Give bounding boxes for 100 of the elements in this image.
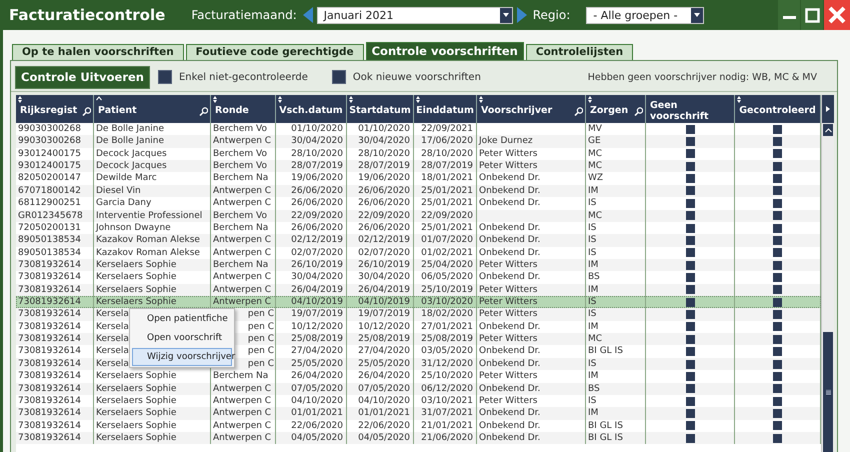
- checkbox[interactable]: [773, 434, 782, 443]
- table-row[interactable]: 89050138534 Kazakov Roman Alekse Antwerpen C 02/12/2019 02/12/2019 01/07/2020 Onbekend Dr. IS: [16, 234, 821, 247]
- checkbox[interactable]: [773, 137, 782, 146]
- table-row[interactable]: 73081932614 Kerselaers Sophie Berchem Na 26/10/2019 26/10/2019 25/04/2020 Peter Witters IM: [16, 258, 821, 272]
- checkbox[interactable]: [686, 384, 694, 394]
- checkbox[interactable]: [686, 372, 694, 381]
- checkbox[interactable]: [773, 248, 782, 258]
- scrollbar-thumb[interactable]: [823, 332, 833, 452]
- table-row[interactable]: 73081932614 Kerselaers Sophie Antwerpen C 26/04/2019 26/04/2019 25/10/2019 Peter Witters IM: [16, 284, 821, 296]
- run-control-button[interactable]: Controle Uitvoeren: [15, 66, 150, 88]
- table-cell: Kerselaers Sophie: [94, 432, 211, 444]
- table-row[interactable]: 73081932614 Kerselaers Sophie Antwerpen C 30/04/2020 30/04/2020 06/05/2020 Onbekend Dr. BS: [16, 271, 821, 284]
- minimize-button[interactable]: [778, 0, 800, 30]
- checkbox[interactable]: [686, 272, 694, 282]
- checkbox[interactable]: [686, 434, 694, 443]
- checkbox[interactable]: [686, 248, 694, 258]
- checkbox[interactable]: [686, 124, 694, 134]
- checkbox[interactable]: [686, 310, 694, 320]
- checkbox[interactable]: [686, 211, 694, 220]
- tab[interactable]: Foutieve code gerechtigde: [186, 44, 364, 60]
- maximize-button[interactable]: [801, 0, 823, 30]
- checkbox[interactable]: [686, 149, 694, 158]
- maximize-icon: [804, 8, 820, 22]
- table-row[interactable]: 99030300268 De Bolle Janine Berchem Vo 01/10/2020 01/10/2020 22/09/2021 MV: [16, 123, 821, 136]
- table-row[interactable]: 93012400175 Decock Jacques Berchem Vo 28/07/2019 28/07/2019 28/07/2019 Peter Witters MC: [16, 160, 821, 172]
- checkbox[interactable]: [773, 421, 782, 430]
- table-row[interactable]: 82050200147 Dewilde Marc Berchem Na 19/06/2020 19/06/2020 18/01/2021 Onbekend Dr. WZ: [16, 172, 821, 185]
- scroll-right-button[interactable]: [822, 95, 834, 123]
- checkbox[interactable]: [332, 70, 346, 84]
- region-dropdown[interactable]: - Alle groepen -: [586, 6, 704, 24]
- table-cell: BI GL IS: [586, 432, 646, 444]
- table-cell: 73081932614: [16, 432, 94, 444]
- checkbox[interactable]: [686, 137, 694, 146]
- checkbox[interactable]: [686, 421, 694, 430]
- checkbox[interactable]: [773, 124, 782, 134]
- checkbox[interactable]: [773, 211, 782, 220]
- tab[interactable]: Controlelijsten: [526, 44, 634, 60]
- checkbox[interactable]: [773, 260, 782, 270]
- checkbox-label: Ook nieuwe voorschriften: [352, 72, 481, 82]
- checkbox[interactable]: [773, 285, 782, 294]
- checkbox[interactable]: [686, 396, 694, 406]
- close-button[interactable]: [824, 0, 850, 30]
- checkbox[interactable]: [686, 347, 694, 356]
- checkbox[interactable]: [773, 384, 782, 394]
- tab[interactable]: Op te halen voorschriften: [12, 44, 184, 60]
- checkbox[interactable]: [686, 174, 694, 184]
- checkbox[interactable]: [773, 186, 782, 196]
- table-row[interactable]: 73081932614 Kerselaers Sophie Antwerpen C 01/01/2021 01/01/2021 31/07/2021 Onbekend Dr. IM: [16, 407, 821, 420]
- table-row[interactable]: 72050200131 Johnson Dwayne Berchem Na 26/06/2020 26/06/2020 25/01/2021 Onbekend Dr. IS: [16, 222, 821, 234]
- checkbox[interactable]: [686, 198, 694, 208]
- checkbox[interactable]: [773, 347, 782, 356]
- checkbox[interactable]: [773, 224, 782, 233]
- region-label: Regio:: [532, 8, 570, 22]
- table-row[interactable]: 73081932614 Kerselaers Sophie Antwerpen C 22/06/2020 22/06/2020 21/01/2021 Onbekend Dr. BI GL IS: [16, 420, 821, 432]
- checkbox[interactable]: [773, 174, 782, 184]
- tab[interactable]: Controle voorschriften: [366, 42, 524, 60]
- month-label: Facturatiemaand:: [191, 8, 297, 22]
- table-row[interactable]: GR012345678 Interventie Professionel Berchem Vo 22/09/2020 22/09/2020 22/09/2020 MC: [16, 210, 821, 222]
- checkbox[interactable]: [686, 224, 694, 233]
- checkbox[interactable]: [773, 396, 782, 406]
- table-row[interactable]: 73081932614 Kerselaers Sophie Antwerpen C 04/05/2020 04/05/2020 21/06/2020 Onbekend Dr. BI GL IS: [16, 432, 821, 444]
- checkbox[interactable]: [773, 360, 782, 368]
- window-title: Facturatiecontrole: [9, 5, 166, 25]
- table-row[interactable]: 99030300268 De Bolle Janine Antwerpen C 30/04/2020 30/04/2020 17/06/2020 Joke Durnez GE: [16, 135, 821, 148]
- table-row[interactable]: 67071800142 Diesel Vin Antwerpen C 26/06/2020 26/06/2020 25/01/2021 Onbekend Dr. IM: [16, 184, 821, 198]
- checkbox[interactable]: [686, 334, 694, 344]
- checkbox[interactable]: [773, 162, 782, 171]
- checkbox[interactable]: [686, 322, 694, 332]
- table-row[interactable]: 73081932614 Kerselaers Sophie Antwerpen C 07/05/2020 07/05/2020 06/12/2020 Onbekend Dr. BS: [16, 382, 821, 395]
- checkbox[interactable]: [686, 162, 694, 171]
- table-row[interactable]: 73081932614 Kerselaers Sophie Antwerpen C 04/10/2020 04/10/2020 03/10/2021 Peter Witters IS: [16, 394, 821, 408]
- table-cell: 04/05/2020: [347, 432, 414, 444]
- checkbox[interactable]: [686, 186, 694, 196]
- checkbox[interactable]: [773, 372, 782, 381]
- checkbox[interactable]: [686, 236, 694, 245]
- month-dropdown[interactable]: Januari 2021: [316, 6, 513, 24]
- checkbox[interactable]: [773, 408, 782, 418]
- checkbox[interactable]: [686, 260, 694, 270]
- table-row[interactable]: 68112900251 Garcia Dany Antwerpen C 26/06/2020 26/06/2020 25/01/2021 Onbekend Dr. IS: [16, 197, 821, 210]
- checkbox[interactable]: [773, 310, 782, 320]
- checkbox[interactable]: [686, 360, 694, 368]
- checkbox[interactable]: [686, 408, 694, 418]
- checkbox[interactable]: [773, 298, 782, 307]
- checkbox[interactable]: [773, 149, 782, 158]
- checkbox[interactable]: [686, 285, 694, 294]
- table-cell: Antwerpen C: [211, 432, 276, 444]
- checkbox[interactable]: [686, 298, 694, 307]
- checkbox[interactable]: [773, 236, 782, 245]
- grip-icon: [826, 390, 830, 394]
- table-row[interactable]: 73081932614 Kerselaers Sophie Berchem Na 26/04/2020 26/04/2020 25/10/2020 Peter Witters IM: [16, 370, 821, 383]
- table-row[interactable]: 93012400175 Decock Jacques Berchem Vo 28/10/2020 28/10/2020 28/10/2020 Peter Witters MC: [16, 148, 821, 160]
- checkbox[interactable]: [773, 334, 782, 344]
- scroll-up-button[interactable]: [823, 124, 833, 136]
- table-row[interactable]: 89050138534 Kazakov Roman Alekse Antwerpen C 02/07/2020 02/07/2020 01/02/2021 Onbekend Dr. IS: [16, 246, 821, 259]
- checkbox[interactable]: [158, 70, 172, 84]
- checkbox[interactable]: [773, 272, 782, 282]
- checkbox[interactable]: [773, 322, 782, 332]
- close-icon: [828, 6, 846, 24]
- checkbox[interactable]: [773, 198, 782, 208]
- table-row[interactable]: 73081932614 Kerselaers Sophie Antwerpen C 04/10/2019 04/10/2019 03/10/2020 Peter Witters IS: [16, 296, 821, 308]
